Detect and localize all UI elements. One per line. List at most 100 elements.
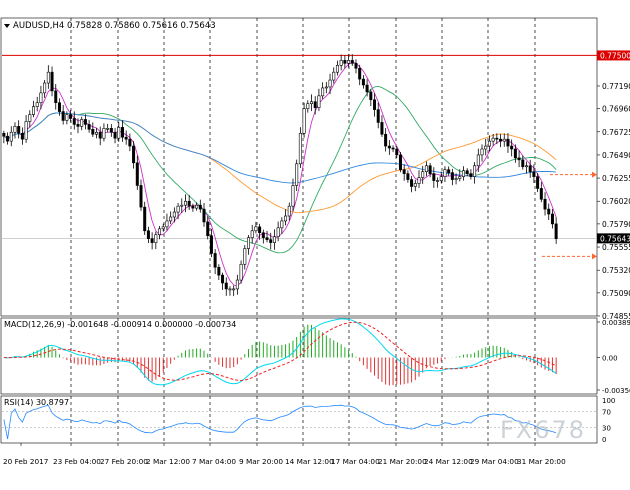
candle-body [265,237,269,240]
candle-body [13,126,17,133]
candle-body [406,173,410,180]
candle-body [50,71,54,92]
candle-body [209,235,213,254]
rsi-axis: 100 70 30 0 [602,397,615,444]
macd-axis: 0.003899 0.00 -0.003566 [597,319,630,395]
time-tick-label: 9 Mar 20:00 [239,457,283,466]
candle-body [113,131,117,139]
candle-body [410,179,414,187]
time-tick-label: 14 Mar 12:00 [285,457,334,466]
candle-body [532,171,536,177]
rsi-tick-label: 0 [602,436,606,444]
candle-body [361,78,365,86]
candle-body [165,220,169,228]
price-tick-label: 0.76725 [602,128,630,137]
candle-body [376,109,380,123]
candle-body [358,67,362,80]
price-tick-label: 0.76255 [602,174,630,183]
candle-body [421,171,425,178]
price-tick-label: 0.76020 [602,197,630,206]
candle-body [280,220,284,229]
price-tick-label: 0.75090 [602,289,630,298]
candle-body [172,211,176,218]
candle-body [221,274,225,284]
candle-body [9,131,13,142]
candle-body [43,82,47,94]
macd-tick-label: 0.00 [602,355,618,363]
candle-body [476,154,480,167]
candle-body [461,170,465,177]
candle-body [117,127,121,139]
candle-body [339,60,343,66]
time-tick-label: 17 Mar 04:00 [331,457,380,466]
candle-body [61,111,65,121]
candle-body [72,118,76,125]
candle-body [536,176,540,189]
candle-body [83,119,87,125]
candle-body [135,162,139,186]
rsi-tick-label: 30 [602,424,611,432]
candle-body [224,282,228,290]
candle-body [395,148,399,156]
price-tick-label: 0.76960 [602,105,630,114]
time-tick-label: 7 Mar 04:00 [192,457,236,466]
candle-body [491,137,495,142]
candle-body [57,102,61,112]
candle-body [539,188,543,200]
candle-body [302,108,306,134]
candle-body [158,228,162,236]
candle-body [458,176,462,179]
candle-body [95,131,99,135]
candle-body [469,173,473,177]
price-axis: 0.77500 0.77190 0.76960 0.76725 0.76490 0.762… [597,50,630,321]
watermark-logo: FX678 [500,416,586,444]
candle-body [206,221,210,237]
time-tick-label: 23 Feb 04:00 [53,457,101,466]
candle-body [17,126,21,134]
candle-body [80,119,84,127]
macd-label: MACD(12,26,9) -0.001648 -0.000914 0.0000… [4,320,236,329]
candle-body [291,185,295,207]
candle-body [350,60,354,64]
candle-body [443,169,447,177]
candle-body [28,114,32,122]
candle-body [384,133,388,147]
candle-body [232,288,236,291]
candle-body [143,206,147,232]
candle-body [310,101,314,105]
candle-body [465,170,469,174]
candle-body [402,169,406,174]
candle-body [513,148,517,159]
candle-body [284,215,288,222]
candle-body [124,136,128,140]
price-panel [0,17,598,317]
candle-body [35,102,39,107]
candle-body [20,132,24,140]
time-tick-label: 21 Mar 20:00 [378,457,427,466]
candle-body [132,145,136,164]
candle-body [306,103,310,109]
candle-body [547,208,551,215]
time-axis: 20 Feb 2017 23 Feb 04:00 27 Feb 20:002 Mar… [3,443,566,466]
candle-body [454,178,458,180]
candle-body [76,124,80,127]
candle-body [439,176,443,181]
candle-body [521,159,525,168]
rsi-tick-label: 100 [602,397,615,405]
candle-body [447,169,451,173]
candle-body [332,71,336,81]
candle-body [102,128,106,139]
candle-body [2,132,6,137]
candle-body [202,208,206,223]
candle-body [217,266,221,276]
time-tick-label: 2 Mar 12:00 [146,457,190,466]
candle-body [32,106,36,115]
rsi-tick-label: 70 [602,409,611,417]
candle-body [313,101,317,108]
candle-body [287,205,291,217]
candle-body [39,92,43,104]
macd-tick-label: 0.003899 [602,319,630,327]
candle-body [87,124,91,130]
candle-body [543,198,547,210]
candle-body [502,138,506,142]
